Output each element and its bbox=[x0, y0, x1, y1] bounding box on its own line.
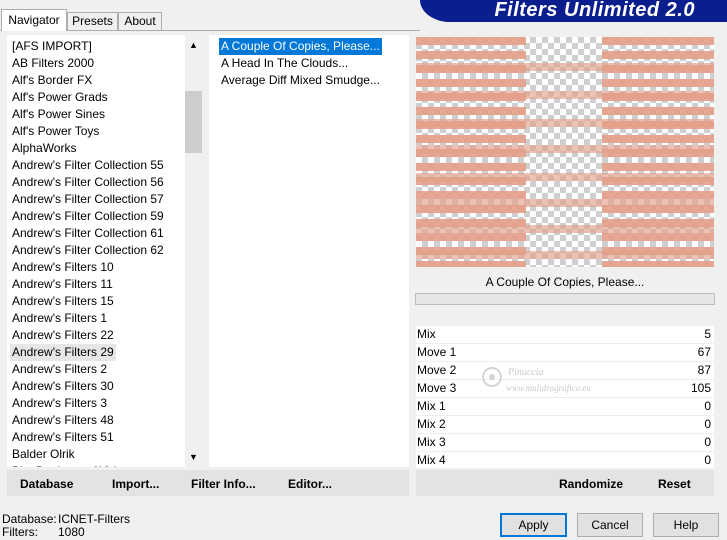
preview-stripe bbox=[416, 119, 714, 127]
left-action-bar: Database Import... Filter Info... Editor… bbox=[7, 470, 409, 496]
category-item[interactable]: Andrew's Filter Collection 62 bbox=[12, 242, 164, 259]
parameter-row[interactable]: Mix 4 0 bbox=[416, 452, 714, 468]
preview-stripe bbox=[416, 251, 714, 259]
category-item[interactable]: Andrew's Filter Collection 56 bbox=[12, 174, 164, 191]
parameter-label: Mix 3 bbox=[417, 435, 446, 449]
category-item[interactable]: Andrew's Filter Collection 57 bbox=[12, 191, 164, 208]
preview-stripe bbox=[416, 145, 714, 153]
category-item[interactable]: Alf's Power Grads bbox=[12, 89, 108, 106]
reset-button[interactable]: Reset bbox=[658, 470, 691, 496]
scroll-thumb[interactable] bbox=[185, 91, 202, 153]
editor-button[interactable]: Editor... bbox=[288, 470, 332, 496]
app-title-banner: Filters Unlimited 2.0 bbox=[420, 0, 727, 22]
category-item[interactable]: Alf's Border FX bbox=[12, 72, 92, 89]
progress-bar bbox=[415, 293, 715, 305]
tab-presets[interactable]: Presets bbox=[67, 12, 118, 30]
randomize-button[interactable]: Randomize bbox=[559, 470, 623, 496]
category-item[interactable]: AlphaWorks bbox=[12, 140, 76, 157]
category-item[interactable]: Andrew's Filters 48 bbox=[12, 412, 114, 429]
category-item[interactable]: Andrew's Filters 3 bbox=[12, 395, 107, 412]
category-item[interactable]: Alf's Power Toys bbox=[12, 123, 99, 140]
category-item[interactable]: Andrew's Filters 51 bbox=[12, 429, 114, 446]
watermark-url: www.mulidragrafica.eu bbox=[506, 383, 591, 393]
filters-count-label: Filters: bbox=[2, 525, 38, 539]
preview-stripe bbox=[416, 91, 714, 99]
preview-caption: A Couple Of Copies, Please... bbox=[485, 275, 645, 289]
filter-item[interactable]: Average Diff Mixed Smudge... bbox=[219, 72, 382, 89]
app-title: Filters Unlimited 2.0 bbox=[494, 0, 695, 21]
category-item[interactable]: Andrew's Filters 30 bbox=[12, 378, 114, 395]
category-item[interactable]: Andrew's Filter Collection 55 bbox=[12, 157, 164, 174]
watermark-name: Pinuccia bbox=[507, 367, 544, 378]
category-item[interactable]: Alf's Power Sines bbox=[12, 106, 105, 123]
preview-stripe bbox=[416, 225, 714, 233]
tab-navigator[interactable]: Navigator bbox=[1, 9, 67, 31]
parameter-label: Move 3 bbox=[417, 381, 457, 395]
tab-about[interactable]: About bbox=[118, 12, 162, 30]
filters-count-value: 1080 bbox=[58, 525, 85, 539]
watermark-logo: Pinuccia www.mulidragrafica.eu bbox=[482, 367, 591, 393]
category-item[interactable]: Andrew's Filters 29 bbox=[10, 344, 116, 361]
parameter-value: 0 bbox=[704, 399, 711, 413]
filter-item[interactable]: A Couple Of Copies, Please... bbox=[219, 38, 382, 55]
parameter-value: 67 bbox=[697, 345, 711, 359]
help-button[interactable]: Help bbox=[653, 513, 719, 537]
import-button[interactable]: Import... bbox=[112, 470, 159, 496]
parameter-value: 0 bbox=[704, 453, 711, 467]
category-item[interactable]: Andrew's Filters 10 bbox=[12, 259, 114, 276]
parameter-row[interactable]: Mix 5 bbox=[416, 326, 714, 344]
parameter-value: 0 bbox=[704, 417, 711, 431]
database-button[interactable]: Database bbox=[20, 470, 73, 496]
preview-stripe bbox=[416, 199, 714, 207]
category-item[interactable]: AB Filters 2000 bbox=[12, 55, 94, 72]
tab-bar: Navigator Presets About bbox=[0, 0, 420, 31]
category-item[interactable]: Andrew's Filters 22 bbox=[12, 327, 114, 344]
preview-stripe bbox=[416, 173, 714, 181]
parameter-row[interactable]: Mix 2 0 bbox=[416, 416, 714, 434]
cancel-button[interactable]: Cancel bbox=[577, 513, 643, 537]
category-item[interactable]: Andrew's Filter Collection 61 bbox=[12, 225, 164, 242]
parameter-value: 0 bbox=[704, 435, 711, 449]
filter-info-button[interactable]: Filter Info... bbox=[191, 470, 256, 496]
category-item[interactable]: Balder Olrik bbox=[12, 446, 75, 463]
category-scrollbar[interactable]: ▲ ▼ bbox=[185, 35, 202, 467]
category-item[interactable]: Andrew's Filters 1 bbox=[12, 310, 107, 327]
parameter-value: 105 bbox=[690, 381, 711, 395]
parameter-label: Mix bbox=[417, 327, 436, 341]
category-item[interactable]: Andrew's Filters 15 bbox=[12, 293, 114, 310]
right-action-bar: Randomize Reset bbox=[416, 470, 714, 496]
category-item[interactable]: Bkg Designer sf10 I bbox=[12, 463, 117, 467]
parameter-value: 87 bbox=[697, 363, 711, 377]
preview-stripe bbox=[416, 63, 714, 71]
parameter-label: Mix 1 bbox=[417, 399, 446, 413]
filter-preview bbox=[416, 37, 714, 267]
category-list[interactable]: ▲ ▼ [AFS IMPORT] AB Filters 2000 Alf's Bor… bbox=[7, 35, 202, 467]
parameter-label: Move 1 bbox=[417, 345, 457, 359]
parameter-label: Mix 4 bbox=[417, 453, 446, 467]
parameter-label: Mix 2 bbox=[417, 417, 446, 431]
parameter-row[interactable]: Mix 3 0 bbox=[416, 434, 714, 452]
parameter-label: Move 2 bbox=[417, 363, 457, 377]
apply-button[interactable]: Apply bbox=[500, 513, 567, 537]
category-item[interactable]: Andrew's Filters 2 bbox=[12, 361, 107, 378]
scroll-down-icon[interactable]: ▼ bbox=[185, 449, 202, 466]
parameter-value: 5 bbox=[704, 327, 711, 341]
category-item[interactable]: Andrew's Filters 11 bbox=[12, 276, 113, 293]
category-item[interactable]: Andrew's Filter Collection 59 bbox=[12, 208, 164, 225]
scroll-up-icon[interactable]: ▲ bbox=[185, 37, 202, 54]
filter-list[interactable]: A Couple Of Copies, Please... A Head In T… bbox=[209, 35, 409, 467]
filter-item[interactable]: A Head In The Clouds... bbox=[219, 55, 350, 72]
category-item[interactable]: [AFS IMPORT] bbox=[12, 38, 92, 55]
